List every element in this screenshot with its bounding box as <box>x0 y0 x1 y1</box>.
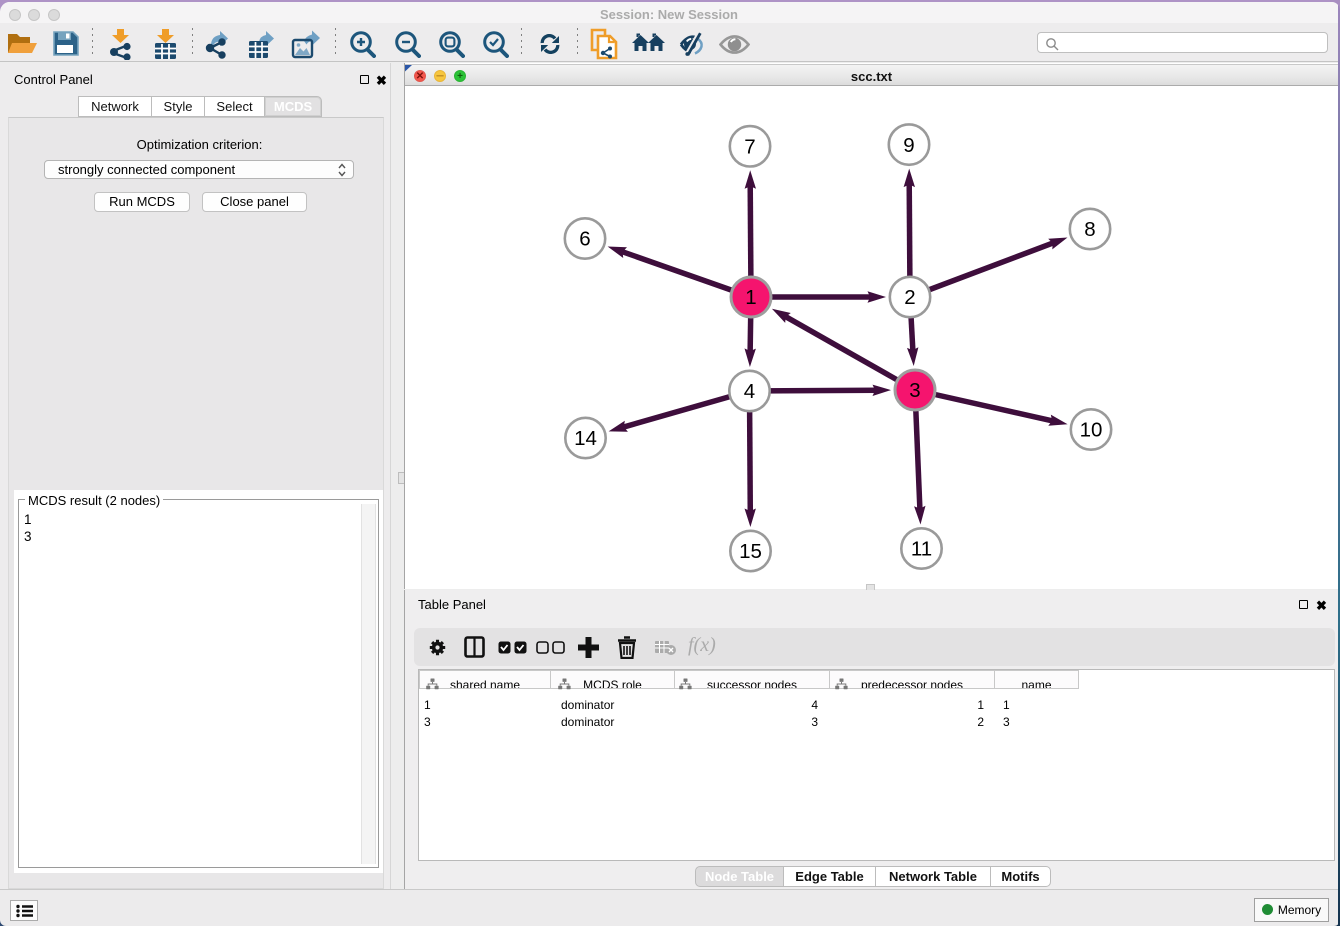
svg-text:14: 14 <box>574 427 597 450</box>
svg-text:1: 1 <box>745 286 756 309</box>
svg-text:11: 11 <box>911 538 932 561</box>
svg-text:10: 10 <box>1080 419 1103 442</box>
svg-text:2: 2 <box>904 286 915 309</box>
svg-text:8: 8 <box>1084 218 1095 241</box>
svg-text:6: 6 <box>579 228 590 251</box>
svg-text:9: 9 <box>903 134 914 157</box>
svg-text:4: 4 <box>744 380 755 403</box>
svg-text:7: 7 <box>744 136 755 159</box>
svg-text:3: 3 <box>909 379 920 402</box>
svg-text:15: 15 <box>739 540 762 563</box>
